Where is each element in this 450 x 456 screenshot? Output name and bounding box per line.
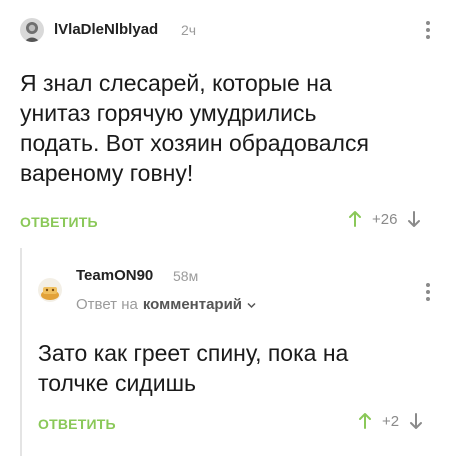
comment-text: Я знал слесарей, которые на унитаз горяч…: [20, 68, 440, 188]
reply-avatar[interactable]: [38, 278, 62, 302]
avatar-image: [38, 278, 62, 302]
more-vert-icon: [426, 21, 430, 25]
upvote-arrow-icon[interactable]: [358, 412, 372, 430]
reply-rating: +2: [358, 412, 423, 430]
reply-text-line: толчке сидишь: [38, 370, 197, 396]
chevron-down-icon: [247, 296, 256, 313]
reply-button[interactable]: ОТВЕТИТЬ: [20, 214, 98, 230]
reply-author[interactable]: TeamON90: [76, 267, 153, 284]
avatar-image: [20, 18, 44, 42]
reply-time: 58м: [173, 268, 199, 284]
comment-text-line: подать. Вот хозяин обрадовался: [20, 130, 369, 156]
upvote-arrow-icon[interactable]: [348, 210, 362, 228]
reply-text: Зато как греет спину, пока на толчке сид…: [38, 338, 438, 398]
reply-to-target[interactable]: комментарий: [143, 296, 242, 313]
reply-to-prefix: Ответ на: [76, 296, 138, 313]
rating-value: +2: [382, 412, 400, 430]
comment-rating: +26: [348, 210, 421, 228]
reply-menu-button[interactable]: [418, 280, 438, 304]
comment-menu-button[interactable]: [418, 18, 438, 42]
comment-time: 2ч: [181, 22, 197, 38]
comment-text-line: унитаз горячую умудрились: [20, 100, 317, 126]
downvote-arrow-icon[interactable]: [409, 412, 423, 430]
rating-value: +26: [372, 210, 398, 228]
downvote-arrow-icon[interactable]: [407, 210, 421, 228]
avatar[interactable]: [20, 18, 44, 42]
reply-to[interactable]: Ответ на комментарий: [76, 296, 256, 313]
reply-text-line: Зато как греет спину, пока на: [38, 340, 349, 366]
reply-reply-button[interactable]: ОТВЕТИТЬ: [38, 416, 116, 432]
comment-author[interactable]: lVlaDleNlblyad: [54, 21, 158, 38]
comment-text-line: вареному говну!: [20, 160, 194, 186]
thread-line: [20, 248, 22, 456]
more-vert-icon: [426, 283, 430, 287]
comment-text-line: Я знал слесарей, которые на: [20, 70, 332, 96]
